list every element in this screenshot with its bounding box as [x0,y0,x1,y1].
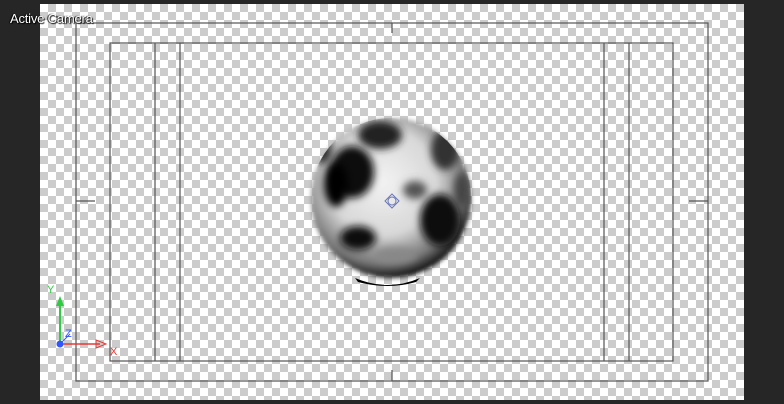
camera-viewport[interactable]: Y Z X Active Camera [0,0,784,404]
x-axis-label: X [110,346,118,358]
y-axis-arrow-icon [56,296,64,306]
z-axis-label: Z [65,328,72,340]
axis-gizmo [56,296,108,349]
viewport-overlay [56,22,709,382]
viewport-label[interactable]: Active Camera [10,11,93,26]
sphere-object[interactable] [311,118,471,286]
y-axis-label: Y [47,284,55,296]
axis-origin-icon [56,340,64,348]
